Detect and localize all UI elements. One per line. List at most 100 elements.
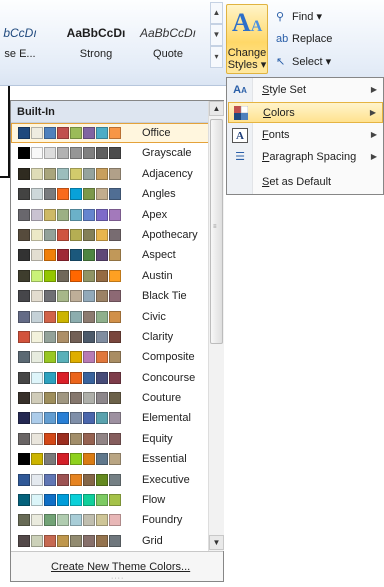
style-tile-emphasis[interactable]: bCcDı se E... [0, 20, 54, 68]
create-new-theme-colors-link[interactable]: Create New Theme Colors... [51, 561, 190, 573]
theme-color-row[interactable]: Apex [11, 205, 209, 225]
resize-grip-icon[interactable]: ···· [111, 575, 124, 582]
theme-color-row[interactable]: Couture [11, 388, 209, 408]
scroll-thumb[interactable] [210, 119, 223, 344]
color-swatch-strip [18, 330, 122, 344]
color-swatch-strip [18, 494, 122, 507]
gallery-scrollbar[interactable]: ▲ ≡ ▼ [208, 101, 224, 551]
color-swatch [70, 330, 82, 343]
color-swatch-strip [18, 392, 122, 405]
color-swatch [83, 514, 95, 527]
color-swatch [44, 208, 56, 221]
theme-color-row[interactable]: Civic [11, 307, 209, 327]
color-swatch [109, 412, 121, 425]
theme-color-row[interactable]: Clarity [11, 327, 209, 347]
color-swatch-strip [18, 310, 122, 324]
theme-color-row[interactable]: Composite [11, 347, 209, 367]
color-swatch [109, 514, 121, 527]
theme-color-row[interactable]: Essential [11, 449, 209, 469]
color-swatch [18, 494, 30, 507]
ribbon: bCcDı se E... AaBbCcDı Strong AaBbCcDı Q… [0, 0, 384, 86]
color-swatch [31, 167, 43, 180]
select-button[interactable]: ↖ Select ▾ [276, 55, 331, 73]
theme-name: Adjacency [142, 167, 193, 180]
color-swatch [109, 188, 121, 201]
scroll-down-icon[interactable]: ▼ [210, 24, 223, 46]
theme-colors-gallery: Built-In Office Grayscale Adjacency Angles A… [10, 100, 224, 582]
menu-item-paragraph-spacing[interactable]: ☰ Paragraph Spacing ▶ [228, 147, 383, 168]
color-swatch [31, 330, 43, 343]
theme-color-row[interactable]: Foundry [11, 510, 209, 530]
theme-color-row[interactable]: Elemental [11, 408, 209, 428]
menu-item-label: Style Set [262, 84, 307, 96]
color-swatch [109, 392, 121, 405]
color-swatch [18, 167, 30, 180]
theme-name: Flow [142, 494, 166, 507]
color-swatch [109, 310, 121, 323]
theme-list: Office Grayscale Adjacency Angles Apex Apothe… [11, 123, 209, 551]
scroll-down-icon[interactable]: ▼ [209, 535, 224, 550]
scroll-up-icon[interactable]: ▲ [210, 2, 223, 24]
color-swatch [96, 188, 108, 201]
theme-color-row[interactable]: Black Tie [11, 286, 209, 306]
color-swatch [18, 269, 30, 282]
menu-item-label: Paragraph Spacing [262, 151, 357, 163]
color-swatch [44, 412, 56, 425]
replace-button[interactable]: ab Replace [276, 33, 332, 51]
submenu-arrow-icon: ▶ [370, 130, 377, 139]
color-swatch [70, 310, 82, 323]
color-swatch [31, 432, 43, 445]
color-swatch [57, 249, 69, 262]
theme-color-row[interactable]: Austin [11, 266, 209, 286]
color-swatch [57, 147, 69, 160]
change-styles-button[interactable]: AA Change Styles ▾ [226, 4, 268, 74]
theme-color-row[interactable]: Equity [11, 429, 209, 449]
menu-item-label: Fonts [262, 129, 290, 141]
theme-name: Civic [142, 310, 166, 323]
document-area [226, 196, 384, 587]
color-swatch [44, 127, 56, 139]
theme-name: Essential [142, 453, 187, 466]
color-swatch [96, 392, 108, 405]
color-swatch [83, 228, 95, 241]
menu-item-style-set[interactable]: AA Style Set ▶ [228, 80, 383, 101]
more-styles-icon[interactable]: ▾ [210, 46, 223, 68]
color-swatch [31, 290, 43, 303]
theme-color-row[interactable]: Concourse [11, 368, 209, 388]
replace-icon: ab [276, 33, 289, 45]
color-swatch [70, 188, 82, 201]
find-button[interactable]: ⚲ Find ▾ [276, 10, 322, 28]
theme-name: Apex [142, 208, 168, 221]
style-name: Strong [79, 48, 113, 60]
theme-color-row[interactable]: Grayscale [11, 143, 209, 163]
color-swatch [96, 494, 108, 507]
change-styles-label: Change Styles ▾ [227, 47, 267, 71]
style-tile-quote[interactable]: AaBbCcDı Quote [134, 20, 202, 68]
style-name: Quote [153, 48, 183, 60]
menu-item-fonts[interactable]: A Fonts ▶ [228, 125, 383, 146]
theme-color-row[interactable]: Flow [11, 490, 209, 510]
document-edge [0, 86, 10, 178]
create-new-theme-colors-label: Create New Theme Colors... [51, 561, 191, 573]
theme-color-row[interactable]: Angles [11, 184, 209, 204]
theme-color-row[interactable]: Apothecary [11, 225, 209, 245]
submenu-arrow-icon: ▶ [369, 108, 376, 117]
theme-color-row[interactable]: Adjacency [11, 164, 209, 184]
theme-color-row[interactable]: Grid [11, 531, 209, 551]
color-swatch [44, 228, 56, 241]
submenu-arrow-icon: ▶ [370, 85, 377, 94]
style-tile-strong[interactable]: AaBbCcDı Strong [62, 20, 130, 68]
color-swatch-strip [18, 473, 122, 487]
menu-item-colors[interactable]: Colors ▶ [228, 102, 383, 123]
color-swatch [31, 147, 43, 160]
color-swatch [83, 392, 95, 405]
theme-color-row[interactable]: Office [11, 123, 209, 144]
color-swatch-strip [18, 127, 122, 140]
scroll-up-icon[interactable]: ▲ [209, 101, 224, 116]
color-swatch [18, 432, 30, 445]
color-swatch-strip [18, 208, 122, 222]
theme-color-row[interactable]: Aspect [11, 245, 209, 265]
menu-item-set-as-default[interactable]: Set as Default [228, 172, 383, 193]
theme-color-row[interactable]: Executive [11, 470, 209, 490]
binoculars-icon: ⚲ [276, 11, 285, 23]
